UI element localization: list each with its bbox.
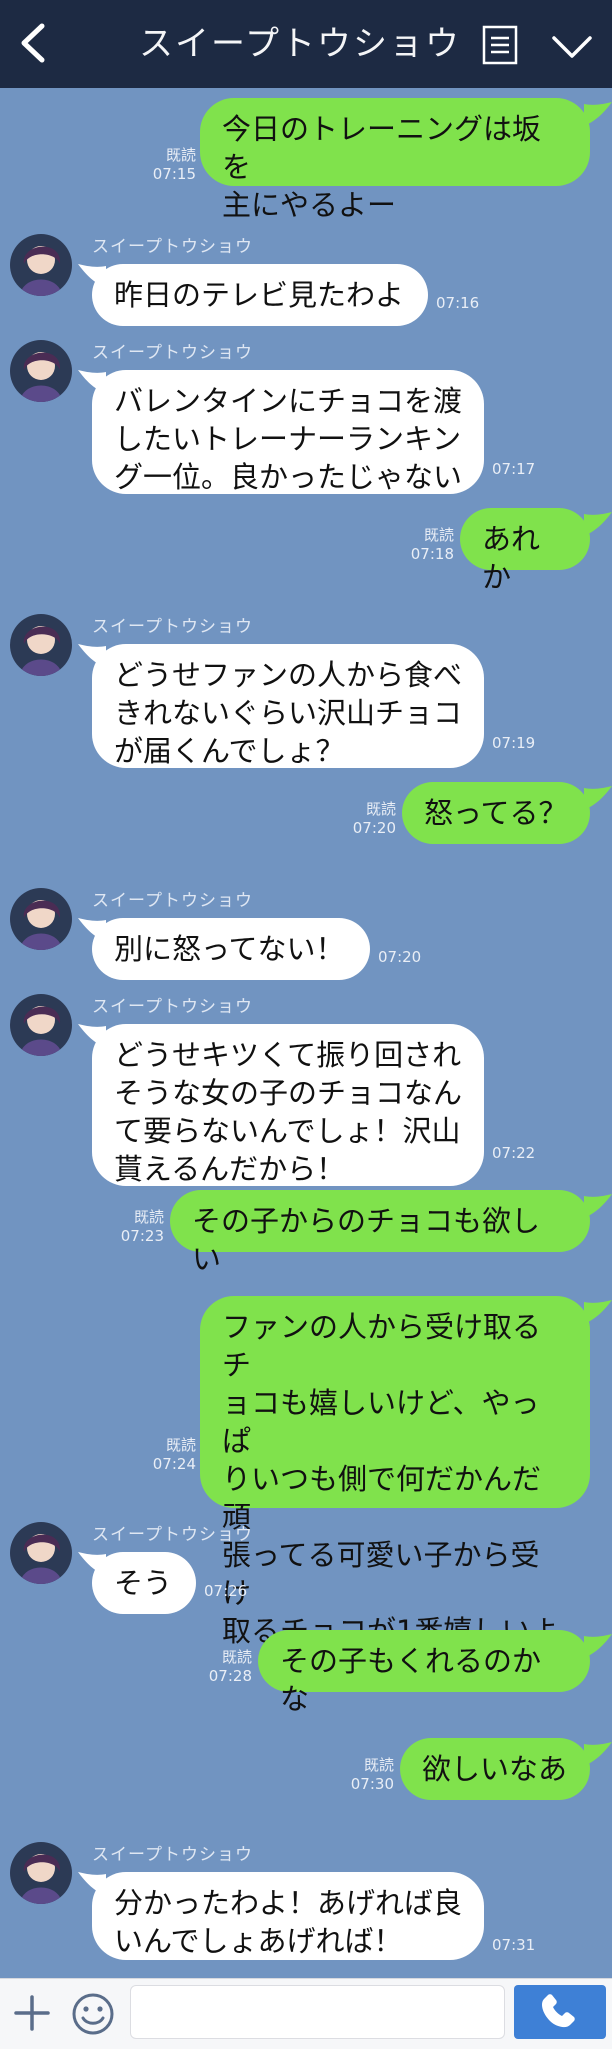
message-time: 07:17 [492,460,536,478]
emoji-icon[interactable] [70,1991,116,2037]
their-message-bubble[interactable]: バレンタインにチョコを渡 したいトレーナーランキン グ一位。良かったじゃない [92,370,484,494]
my-message-bubble[interactable]: ファンの人から受け取るチ ョコも嬉しいけど、やっぱ りいつも側で何だかんだ頑 張… [200,1296,590,1648]
avatar[interactable] [10,234,72,296]
avatar[interactable] [10,340,72,402]
my-message-bubble[interactable]: 怒ってる？ [402,782,590,844]
bubble-tail [584,1194,612,1218]
message-time: 07:22 [492,1144,536,1162]
avatar[interactable] [10,1842,72,1904]
my-message-bubble[interactable]: その子もくれるのかな [258,1630,590,1716]
plus-icon[interactable] [12,1993,52,2033]
sender-name: スイープトウショウ [92,891,253,911]
sender-name: スイープトウショウ [92,237,253,257]
their-message-bubble[interactable]: どうせキツくて振り回され そうな女の子のチョコなん て要らないんでしょ！沢山 貰… [92,1024,484,1186]
read-receipt: 既読 07:20 [352,800,396,837]
their-message-bubble[interactable]: 昨日のテレビ見たわよ [92,264,428,326]
bubble-tail [584,102,612,126]
sender-name: スイープトウショウ [92,1845,253,1865]
chat-header: スイープトウショウ [0,0,612,88]
message-time: 07:26 [204,1582,248,1600]
sender-name: スイープトウショウ [92,343,253,363]
my-message-bubble[interactable]: 欲しいなあ [400,1738,590,1800]
read-receipt: 既読 07:30 [350,1756,394,1793]
chat-title: スイープトウショウ [139,24,461,64]
my-message-bubble[interactable]: その子からのチョコも欲しい [170,1190,590,1276]
bubble-tail [584,1300,612,1324]
sender-name: スイープトウショウ [92,997,253,1017]
bubble-tail [584,1742,612,1766]
back-arrow-icon[interactable] [10,18,60,68]
message-time: 07:31 [492,1936,536,1954]
my-message-bubble[interactable]: あれか [460,508,590,594]
message-composer [0,1978,612,2049]
bubble-tail [584,786,612,810]
sender-name: スイープトウショウ [92,1525,253,1545]
their-message-bubble[interactable]: 別に怒ってない！ [92,918,370,980]
sender-name: スイープトウショウ [92,617,253,637]
message-time: 07:16 [436,294,480,312]
chevron-down-icon[interactable] [548,26,596,66]
bubble-tail [584,512,612,536]
chat-area[interactable]: 今日のトレーニングは坂を 主にやるよー 既読 07:15 スイープトウショウ 昨日… [0,88,612,1978]
bubble-tail [584,1634,612,1658]
read-receipt: 既読 07:18 [410,526,454,563]
read-receipt: 既読 07:24 [152,1436,196,1473]
menu-icon[interactable] [480,24,522,66]
message-time: 07:19 [492,734,536,752]
message-input[interactable] [130,1985,505,2039]
my-message-bubble[interactable]: 今日のトレーニングは坂を 主にやるよー [200,98,590,222]
read-receipt: 既読 07:15 [152,146,196,183]
avatar[interactable] [10,1522,72,1584]
message-time: 07:20 [378,948,422,966]
read-receipt: 既読 07:28 [208,1648,252,1685]
their-message-bubble[interactable]: 分かったわよ！あげれば良 いんでしょあげれば！ [92,1872,484,1960]
phone-icon [542,1994,575,2028]
avatar[interactable] [10,994,72,1056]
read-receipt: 既読 07:23 [120,1208,164,1245]
send-button[interactable] [514,1985,606,2039]
their-message-bubble[interactable]: そう [92,1552,196,1614]
their-message-bubble[interactable]: どうせファンの人から食べ きれないぐらい沢山チョコ が届くんでしょ？ [92,644,484,768]
avatar[interactable] [10,614,72,676]
avatar[interactable] [10,888,72,950]
